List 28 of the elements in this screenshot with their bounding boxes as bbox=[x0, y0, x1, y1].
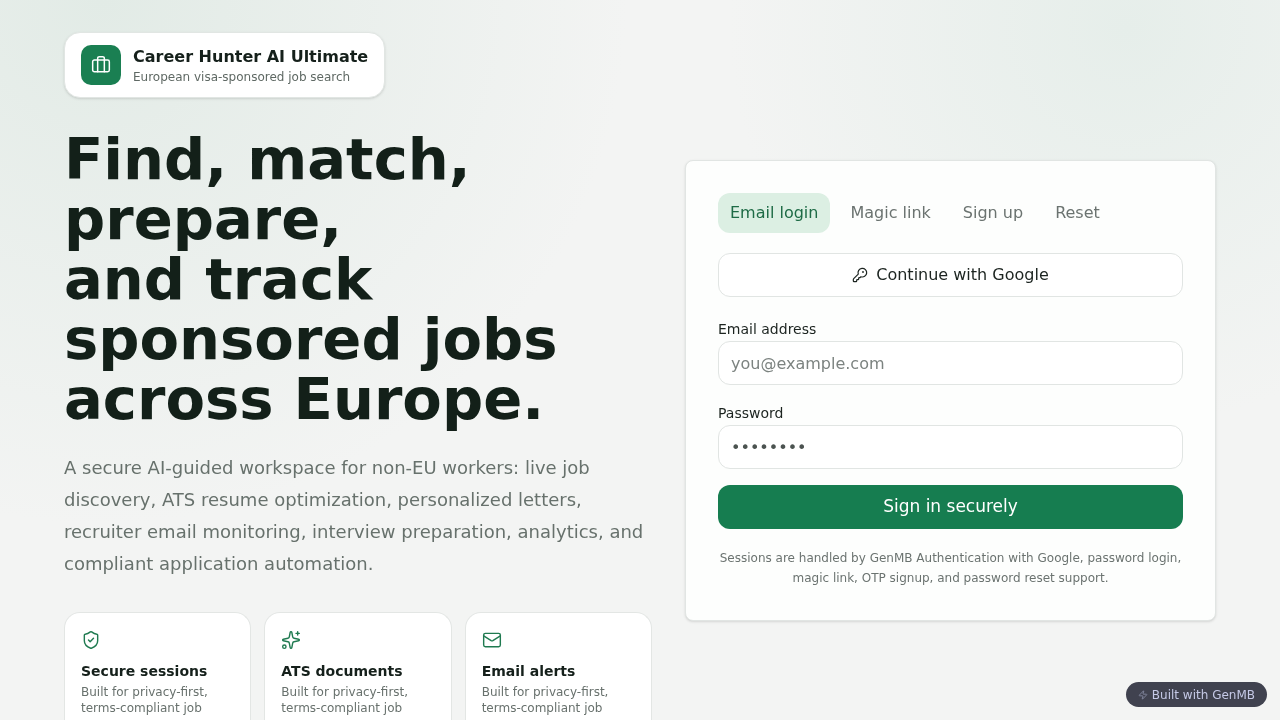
feature-description: Built for privacy-first, terms-compliant job bbox=[281, 684, 410, 716]
sign-in-button[interactable]: Sign in securely bbox=[718, 485, 1183, 529]
feature-title: Secure sessions bbox=[81, 662, 208, 681]
input-field[interactable]: you@example.com bbox=[718, 341, 1183, 385]
feature-description: Built for privacy-first, terms-compliant job bbox=[81, 684, 209, 716]
brand-subtitle: European visa-sponsored job search bbox=[133, 69, 352, 85]
feature-title: Email alerts bbox=[481, 662, 576, 681]
brand-title: Career Hunter AI Ultimate bbox=[133, 46, 369, 68]
field-label: Password bbox=[718, 404, 785, 423]
briefcase-icon bbox=[81, 45, 121, 85]
key-icon bbox=[852, 267, 869, 283]
envelope-icon bbox=[481, 630, 502, 650]
sparkles-icon bbox=[281, 630, 302, 650]
hero-description: A secure AI-guided workspace for non-EU workers: live job discovery, ATS resume optimization, personalized letters, recruiter email monitoring, interview preparation, analytics, and compliant application automation. bbox=[64, 456, 645, 576]
feature-description: Built for privacy-first, terms-compliant job bbox=[481, 684, 610, 716]
input-field[interactable]: •••••••• bbox=[718, 425, 1183, 469]
hero-heading: Find, match, prepare, and track sponsored jobs across Europe. bbox=[64, 130, 559, 430]
google-signin-button[interactable]: Continue with Google bbox=[718, 253, 1183, 297]
auth-note: Sessions are handled by GenMB Authentication with Google, password login, magic link, OTP signup, and password reset support. bbox=[718, 550, 1183, 587]
auth-tab[interactable]: Magic link bbox=[838, 193, 943, 233]
field-label: Email address bbox=[718, 320, 818, 339]
auth-tab[interactable]: Sign up bbox=[950, 193, 1036, 233]
bolt-icon bbox=[1137, 689, 1148, 700]
built-with-link[interactable]: Built with GenMB bbox=[1125, 682, 1267, 707]
auth-tab[interactable]: Reset bbox=[1043, 193, 1112, 233]
auth-tab[interactable]: Email login bbox=[718, 193, 831, 233]
feature-title: ATS documents bbox=[281, 662, 403, 681]
shield-check-icon bbox=[81, 630, 101, 650]
